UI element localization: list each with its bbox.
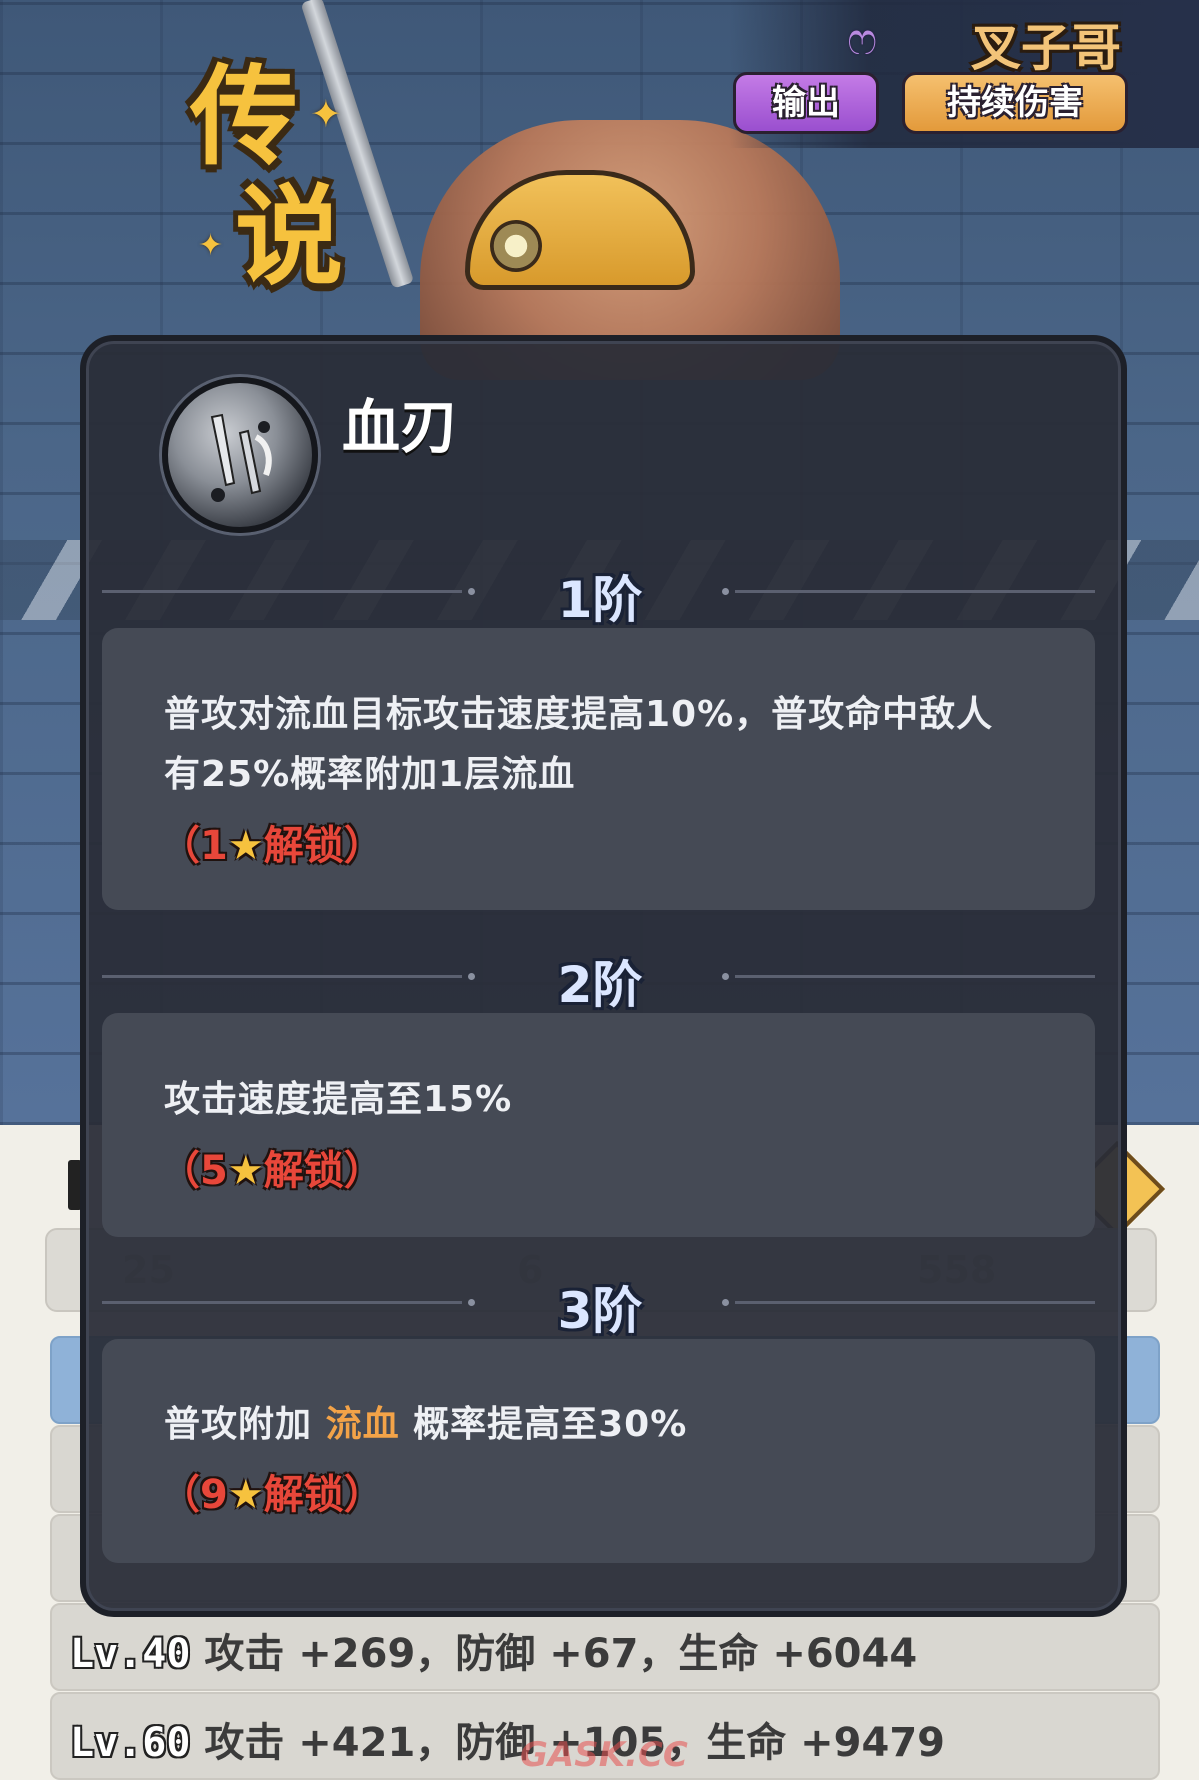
tier-description: 普攻对流血目标攻击速度提高10%，普攻命中敌人 有25%概率附加1层流血 xyxy=(164,685,1044,805)
level-text: Lv.60 攻击 +421，防御 +105，生命 +9479 xyxy=(70,1710,945,1768)
divider xyxy=(102,975,462,978)
rarity-badge: 传 说 ✦ ✦ xyxy=(190,30,360,300)
desc-line: 普攻对流血目标攻击速度提高10%，普攻命中敌人 xyxy=(164,694,994,735)
divider xyxy=(735,590,1095,593)
divider xyxy=(468,973,475,980)
divider xyxy=(102,590,462,593)
paren: （ xyxy=(160,823,200,869)
desc-text: 概率提高至30% xyxy=(413,1404,688,1445)
star-count: 9 xyxy=(200,1472,228,1518)
tier-description: 攻击速度提高至15% xyxy=(164,1070,1044,1130)
level-bonus: 攻击 +269，防御 +67，生命 +6044 xyxy=(204,1631,918,1677)
blood-blade-skill-icon xyxy=(162,377,318,533)
paren: （ xyxy=(160,1148,200,1194)
level-label: Lv.40 xyxy=(70,1631,191,1677)
tier-title: 3阶 xyxy=(557,1282,643,1340)
divider xyxy=(722,973,729,980)
divider xyxy=(735,1301,1095,1304)
tier-description: 普攻附加 流血 概率提高至30% xyxy=(164,1395,1044,1455)
star-count: 1 xyxy=(200,823,228,869)
rarity-char-2: 说 xyxy=(235,174,344,300)
star-icon: ★ xyxy=(227,823,264,869)
unlock-text: 解锁 xyxy=(263,823,344,869)
sparkle-icon: ✦ xyxy=(198,228,224,263)
unlock-requirement: （5★解锁） xyxy=(160,1138,384,1196)
tier-title: 1阶 xyxy=(557,571,643,629)
desc-line: 攻击速度提高至15% xyxy=(164,1079,513,1120)
divider xyxy=(102,1301,462,1304)
divider xyxy=(735,975,1095,978)
star-icon: ★ xyxy=(227,1148,264,1194)
divider xyxy=(468,1299,475,1306)
paren: ） xyxy=(343,1148,384,1194)
level-label: Lv.60 xyxy=(70,1720,191,1766)
watermark: GASK.CC xyxy=(520,1735,688,1775)
tag-output: 输出 xyxy=(733,72,879,134)
sparkle-icon: ✦ xyxy=(310,92,342,136)
star-icon: ★ xyxy=(227,1472,264,1518)
desc-text: 普攻附加 xyxy=(164,1404,313,1445)
tag-dot: 持续伤害 xyxy=(902,72,1128,134)
star-count: 5 xyxy=(200,1148,228,1194)
tier-title: 2阶 xyxy=(557,956,643,1014)
paren: ） xyxy=(343,823,384,869)
paren: （ xyxy=(160,1472,200,1518)
divider xyxy=(722,1299,729,1306)
paren: ） xyxy=(343,1472,384,1518)
unlock-text: 解锁 xyxy=(263,1148,344,1194)
divider xyxy=(468,588,475,595)
level-text: Lv.40 攻击 +269，防御 +67，生命 +6044 xyxy=(70,1621,917,1679)
helmet-lamp xyxy=(490,220,542,272)
divider xyxy=(722,588,729,595)
hero-name: 叉子哥 xyxy=(971,19,1121,77)
keyword-bleed: 流血 xyxy=(325,1404,400,1445)
unlock-text: 解锁 xyxy=(263,1472,344,1518)
unlock-requirement: （9★解锁） xyxy=(160,1462,384,1520)
hero-faction-icon: ෆ xyxy=(847,14,877,65)
desc-line: 有25%概率附加1层流血 xyxy=(164,754,576,795)
skill-name: 血刃 xyxy=(342,393,459,461)
unlock-requirement: （1★解锁） xyxy=(160,813,384,871)
